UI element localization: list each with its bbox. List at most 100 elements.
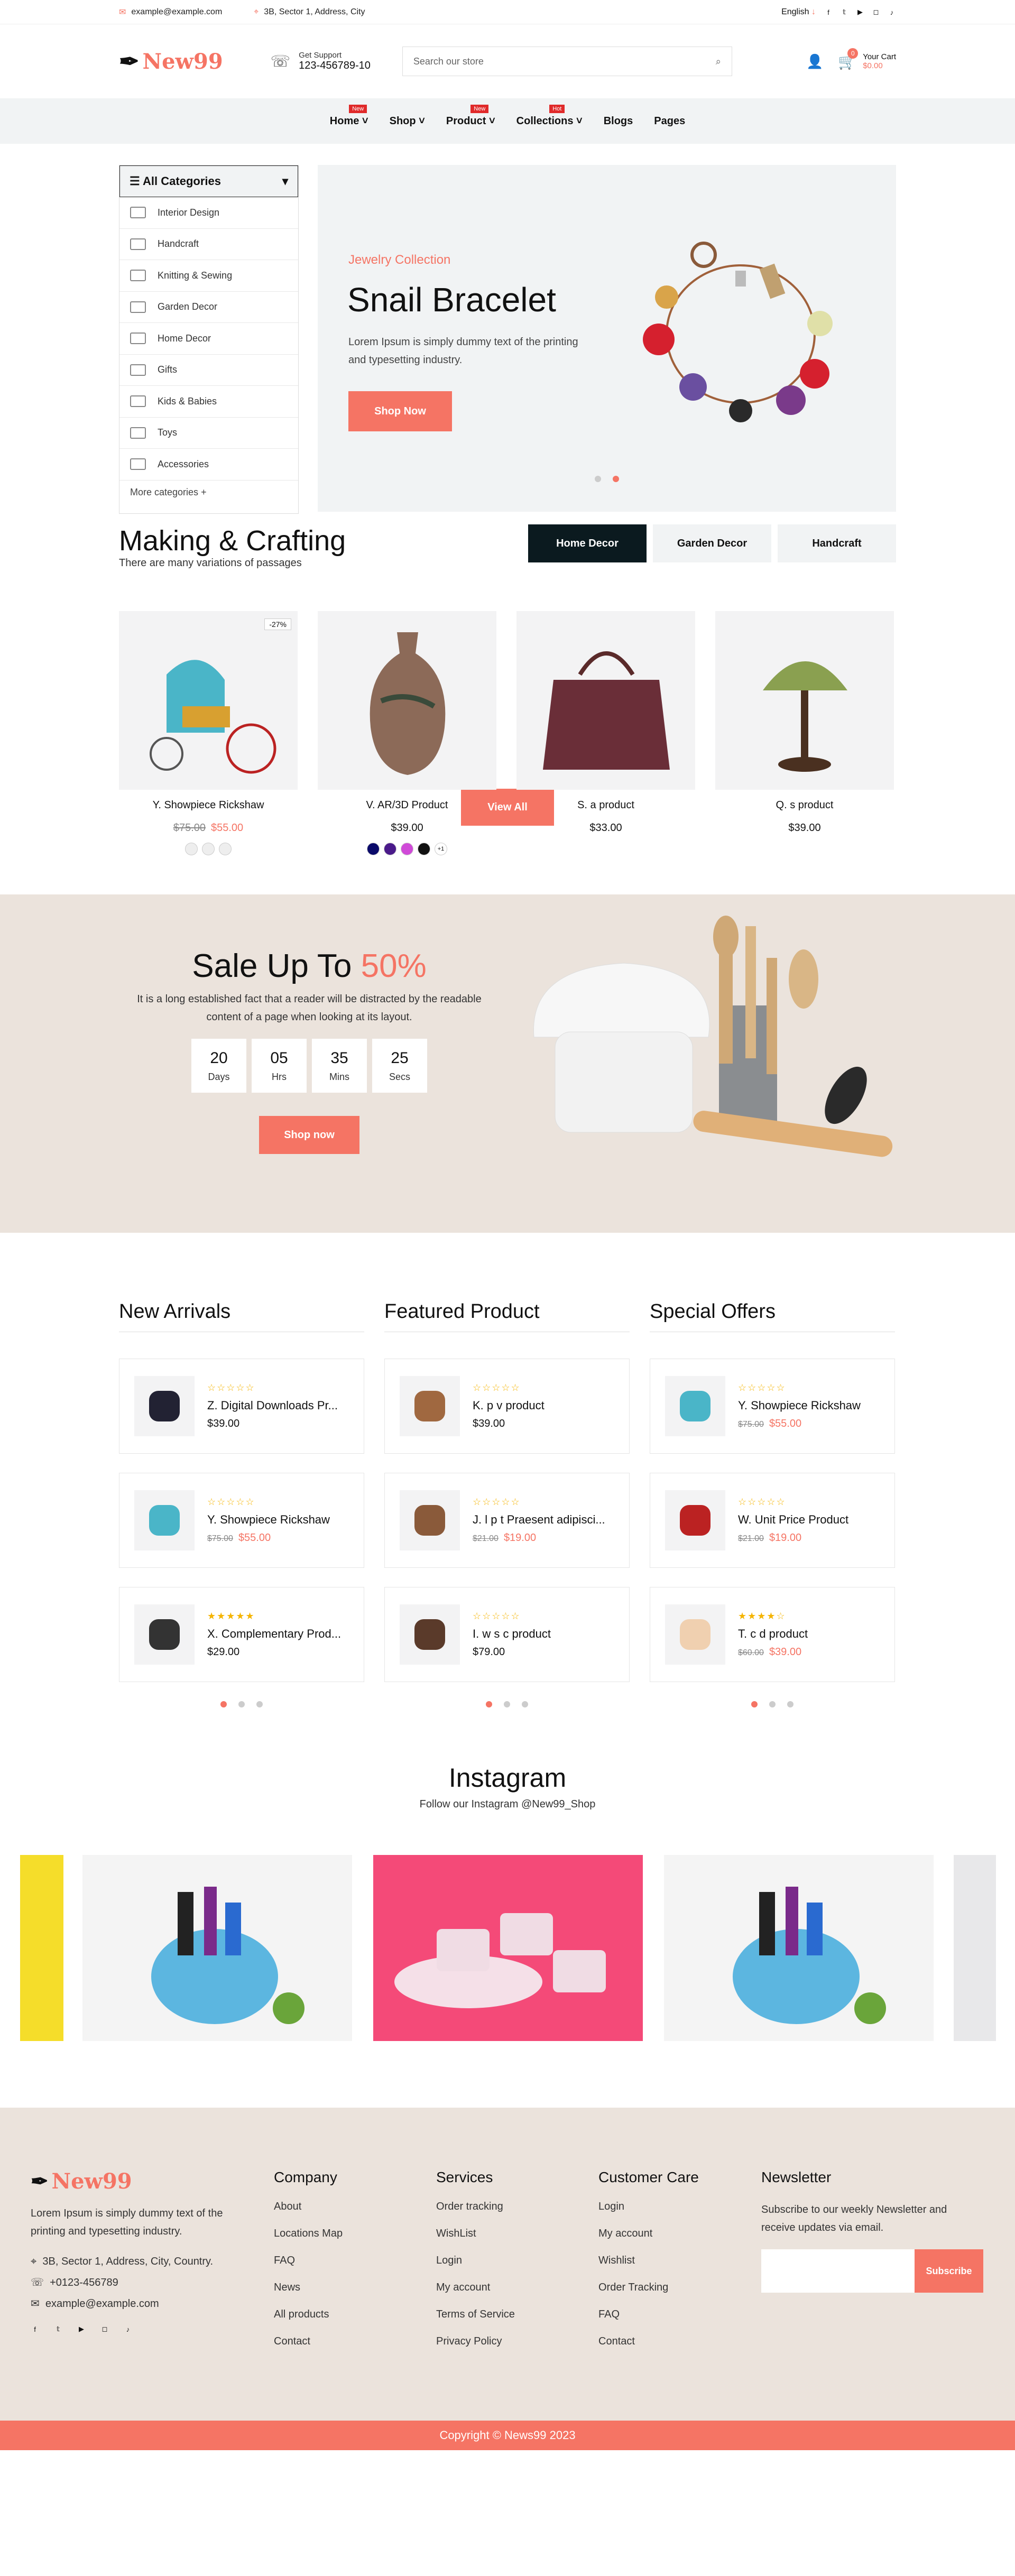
carousel-dot[interactable] [787, 1701, 793, 1707]
shop-now-button[interactable]: Shop Now [348, 391, 452, 431]
category-item[interactable]: Toys [119, 418, 298, 449]
product-name[interactable]: S. a product [516, 799, 695, 811]
list-item[interactable]: ☆☆☆☆☆ K. p v product $39.00 [384, 1359, 630, 1454]
product-thumbnail[interactable] [665, 1604, 725, 1665]
instagram-photo[interactable] [664, 1855, 934, 2041]
twitter-icon[interactable]: 𝕥 [54, 2325, 62, 2333]
product-image[interactable]: -27% [119, 611, 298, 790]
list-item[interactable]: ★★★★☆ T. c d product $60.00 $39.00 [650, 1587, 895, 1682]
categories-toggle[interactable]: ☰ All Categories ▾ [119, 165, 298, 197]
footer-link[interactable]: FAQ [598, 2309, 699, 2321]
carousel-dot[interactable] [486, 1701, 492, 1707]
product-thumbnail[interactable] [134, 1604, 195, 1665]
footer-logo[interactable]: ✒ New99 [31, 2169, 237, 2194]
footer-link[interactable]: WishList [436, 2228, 515, 2240]
instagram-photo[interactable] [20, 1855, 63, 2041]
category-item[interactable]: Interior Design [119, 197, 298, 229]
facebook-icon[interactable]: f [824, 8, 833, 16]
cart[interactable]: 🛒 0 Your Cart $0.00 [838, 48, 896, 70]
user-icon[interactable]: 👤 [806, 53, 823, 70]
footer-link[interactable]: News [274, 2282, 343, 2294]
twitter-icon[interactable]: 𝕥 [840, 8, 848, 16]
footer-link[interactable]: My account [598, 2228, 699, 2240]
nav-item-product[interactable]: Product ˅ New [446, 104, 495, 127]
instagram-icon[interactable]: ◻ [100, 2325, 109, 2333]
product-thumbnail[interactable] [665, 1490, 725, 1550]
footer-link[interactable]: FAQ [274, 2255, 343, 2267]
color-swatch[interactable] [418, 843, 430, 855]
footer-link[interactable]: Wishlist [598, 2255, 699, 2267]
subscribe-button[interactable]: Subscribe [915, 2249, 983, 2293]
instagram-photo[interactable] [82, 1855, 352, 2041]
color-swatch[interactable] [367, 843, 380, 855]
product-card[interactable]: V. AR/3D Product $39.00 +1 [318, 611, 496, 855]
category-item[interactable]: Handcraft [119, 229, 298, 260]
product-thumbnail[interactable] [134, 1376, 195, 1436]
nav-item-pages[interactable]: Pages [654, 115, 685, 127]
carousel-dot[interactable] [220, 1701, 227, 1707]
carousel-dot[interactable] [238, 1701, 245, 1707]
list-item[interactable]: ★★★★★ X. Complementary Prod... $29.00 [119, 1587, 364, 1682]
slide-dot[interactable] [595, 476, 601, 482]
list-item[interactable]: ☆☆☆☆☆ Y. Showpiece Rickshaw $75.00 $55.00 [119, 1473, 364, 1568]
footer-link[interactable]: Login [598, 2201, 699, 2213]
variant-swatch[interactable] [219, 843, 232, 855]
product-name[interactable]: T. c d product [738, 1627, 875, 1641]
product-name[interactable]: K. p v product [473, 1399, 610, 1412]
category-item[interactable]: Kids & Babies [119, 386, 298, 418]
tab-handcraft[interactable]: Handcraft [778, 524, 896, 562]
variant-swatch[interactable] [185, 843, 198, 855]
color-swatch[interactable] [384, 843, 396, 855]
footer-link[interactable]: Contact [598, 2335, 699, 2348]
youtube-icon[interactable]: ▶ [856, 8, 864, 16]
carousel-dot[interactable] [769, 1701, 776, 1707]
search-icon[interactable]: ⌕ [716, 56, 721, 67]
category-item[interactable]: Accessories [119, 449, 298, 481]
footer-link[interactable]: Locations Map [274, 2228, 343, 2240]
product-card[interactable]: Q. s product $39.00 [715, 611, 894, 855]
shop-now-button[interactable]: Shop now [259, 1116, 359, 1154]
tab-garden-decor[interactable]: Garden Decor [653, 524, 771, 562]
variant-swatch[interactable] [202, 843, 215, 855]
product-name[interactable]: Z. Digital Downloads Pr... [207, 1399, 345, 1412]
list-item[interactable]: ☆☆☆☆☆ Y. Showpiece Rickshaw $75.00 $55.00 [650, 1359, 895, 1454]
newsletter-email-input[interactable] [761, 2249, 915, 2293]
nav-item-home[interactable]: Home ˅ New [330, 104, 368, 127]
nav-item-shop[interactable]: Shop ˅ [390, 115, 425, 127]
list-item[interactable]: ☆☆☆☆☆ Z. Digital Downloads Pr... $39.00 [119, 1359, 364, 1454]
carousel-dot[interactable] [522, 1701, 528, 1707]
footer-link[interactable]: Contact [274, 2335, 343, 2348]
category-item[interactable]: Home Decor [119, 323, 298, 355]
product-name[interactable]: Y. Showpiece Rickshaw [738, 1399, 875, 1412]
product-image[interactable] [516, 611, 695, 790]
color-swatch[interactable] [401, 843, 413, 855]
product-card[interactable]: S. a product $33.00 [516, 611, 695, 855]
product-thumbnail[interactable] [134, 1490, 195, 1550]
tiktok-icon[interactable]: ♪ [888, 8, 896, 16]
footer-link[interactable]: Order Tracking [598, 2282, 699, 2294]
topbar-email[interactable]: ✉ example@example.com [119, 7, 222, 17]
carousel-dot[interactable] [751, 1701, 758, 1707]
product-name[interactable]: Y. Showpiece Rickshaw [119, 799, 298, 811]
youtube-icon[interactable]: ▶ [77, 2325, 86, 2333]
more-colors[interactable]: +1 [435, 843, 447, 855]
product-thumbnail[interactable] [400, 1490, 460, 1550]
category-item[interactable]: Garden Decor [119, 292, 298, 323]
tab-home-decor[interactable]: Home Decor [528, 524, 647, 562]
product-thumbnail[interactable] [665, 1376, 725, 1436]
product-name[interactable]: V. AR/3D Product [318, 799, 496, 811]
instagram-photo[interactable] [954, 1855, 996, 2041]
instagram-photo[interactable] [373, 1855, 643, 2041]
logo[interactable]: ✒ New99 [119, 47, 223, 76]
product-image[interactable] [318, 611, 496, 790]
footer-email[interactable]: ✉ example@example.com [31, 2293, 237, 2314]
carousel-dot[interactable] [504, 1701, 510, 1707]
tiktok-icon[interactable]: ♪ [124, 2325, 132, 2333]
footer-link[interactable]: My account [436, 2282, 515, 2294]
language-select[interactable]: English ↓ [781, 7, 816, 17]
product-card[interactable]: -27% Y. Showpiece Rickshaw $75.00 $55.00 [119, 611, 298, 855]
product-thumbnail[interactable] [400, 1604, 460, 1665]
product-name[interactable]: I. w s c product [473, 1627, 610, 1641]
list-item[interactable]: ☆☆☆☆☆ J. l p t Praesent adipisci... $21.00… [384, 1473, 630, 1568]
footer-link[interactable]: Privacy Policy [436, 2335, 515, 2348]
